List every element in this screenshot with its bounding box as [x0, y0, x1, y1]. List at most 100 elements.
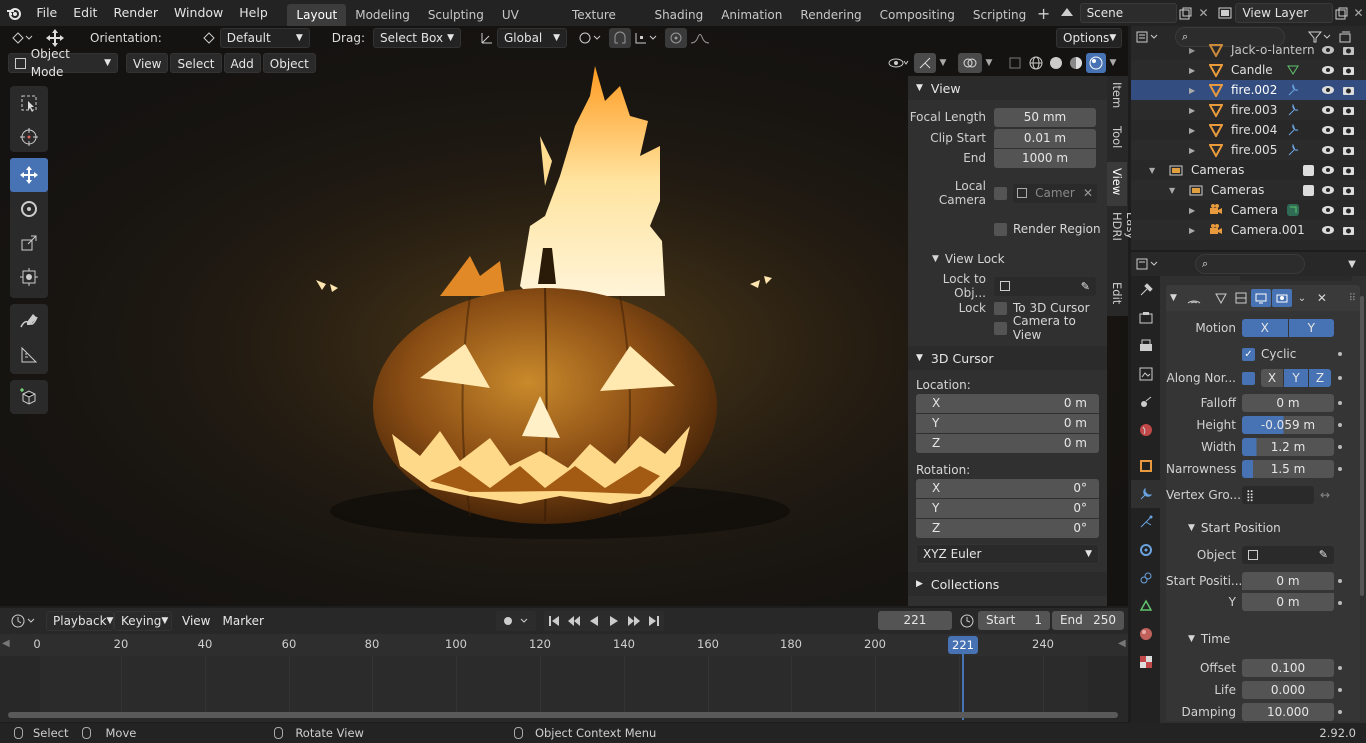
focal-length-field[interactable]: 50 mm [994, 107, 1096, 127]
mode-dropdown[interactable]: Object Mode ▼ [8, 47, 118, 79]
start-frame-field[interactable]: Start 1 [977, 611, 1050, 630]
playback-menu[interactable]: Playback ▼ [46, 610, 114, 631]
tab-sculpting[interactable]: Sculpting [419, 4, 493, 26]
keyframe-dot-icon[interactable] [1338, 601, 1342, 605]
render-camera-icon[interactable] [1341, 45, 1355, 56]
camera-to-view-checkbox[interactable] [994, 321, 1007, 335]
delete-scene-icon[interactable]: ✕ [1195, 6, 1212, 20]
new-scene-icon[interactable] [1177, 7, 1195, 20]
offset-field[interactable]: 0.100 [1242, 659, 1334, 677]
render-camera-icon[interactable] [1341, 85, 1355, 96]
outliner-row[interactable]: ▶ fire.004 [1131, 120, 1366, 140]
keyframe-dot-icon[interactable] [1338, 688, 1342, 692]
disclosure-arrow-icon[interactable]: ▶ [1189, 226, 1203, 235]
eye-icon[interactable] [1321, 65, 1335, 75]
menu-object[interactable]: Object [262, 53, 316, 73]
wireframe-shading-icon[interactable] [1026, 56, 1046, 70]
motion-y-toggle[interactable]: Y [1288, 319, 1334, 337]
cursor-location-z[interactable]: Z 0 m [916, 434, 1099, 453]
disclosure-arrow-icon[interactable]: ▶ [1189, 146, 1203, 155]
normals-x-toggle[interactable]: X [1261, 369, 1283, 387]
new-view-layer-icon[interactable] [1333, 7, 1351, 20]
render-camera-icon[interactable] [1341, 185, 1355, 196]
along-normals-checkbox[interactable] [1242, 371, 1255, 385]
start-position-x-field[interactable]: 0 m [1242, 572, 1334, 590]
start-object-field[interactable]: ✎ [1242, 546, 1334, 564]
tab-scripting[interactable]: Scripting [964, 4, 1035, 26]
time-header[interactable]: ▼ Time [1166, 627, 1360, 651]
edit-mode-icon[interactable] [1211, 292, 1231, 304]
tab-texture[interactable] [1131, 648, 1160, 676]
tab-uv-editing[interactable]: UV Editing [493, 4, 563, 44]
select-box-tool[interactable] [10, 86, 48, 120]
lock-to-3d-cursor-checkbox[interactable] [994, 301, 1007, 315]
tab-material[interactable] [1131, 620, 1160, 648]
keying-menu[interactable]: Keying ▼ [114, 610, 172, 631]
wrench-icon[interactable] [1285, 84, 1301, 96]
eyedropper-icon[interactable]: ✎ [1081, 277, 1090, 296]
collections-panel-header[interactable]: ▶ Collections [908, 572, 1107, 596]
current-frame-field[interactable]: 221 [877, 611, 952, 630]
viewport-display-icon[interactable] [1250, 289, 1271, 307]
annotate-tool[interactable] [10, 304, 48, 338]
solid-shading-icon[interactable] [1046, 56, 1066, 70]
tab-layout[interactable]: Layout [287, 4, 347, 26]
falloff-curve-icon[interactable] [687, 31, 713, 45]
end-frame-field[interactable]: End 250 [1051, 611, 1124, 630]
tab-tool-settings[interactable] [1131, 276, 1160, 304]
render-camera-icon[interactable] [1341, 225, 1355, 236]
disclosure-arrow-icon[interactable]: ▶ [1189, 126, 1203, 135]
life-field[interactable]: 0.000 [1242, 681, 1334, 699]
eyedropper-icon[interactable]: ✎ [1319, 546, 1328, 564]
tab-edit[interactable]: Edit [1107, 276, 1127, 316]
outliner-row[interactable]: ▼ Cameras [1131, 160, 1366, 180]
outliner-row[interactable]: ▼ Cameras [1131, 180, 1366, 200]
on-cage-icon[interactable] [1231, 292, 1251, 304]
jump-keyframe-forward-icon[interactable] [624, 615, 644, 627]
height-field[interactable]: -0.059 m [1242, 416, 1334, 434]
menu-window[interactable]: Window [166, 0, 231, 26]
timeline-scrollbar[interactable] [8, 712, 1118, 718]
pivot-point-icon[interactable] [575, 31, 605, 45]
remove-modifier-icon[interactable]: ✕ [1312, 291, 1332, 305]
keyframe-dot-icon[interactable] [1338, 445, 1342, 449]
clip-start-field[interactable]: 0.01 m [994, 128, 1096, 148]
snap-icon[interactable] [608, 28, 631, 48]
tab-compositing[interactable]: Compositing [871, 4, 964, 26]
menu-view[interactable]: View [126, 53, 169, 73]
disclosure-arrow-icon[interactable]: ▶ [1189, 66, 1203, 75]
render-camera-icon[interactable] [1341, 65, 1355, 76]
keyframe-dot-icon[interactable] [1338, 376, 1342, 380]
cursor-location-y[interactable]: Y 0 m [916, 414, 1099, 433]
eye-icon[interactable] [1321, 185, 1335, 195]
render-camera-icon[interactable] [1341, 105, 1355, 116]
tab-view-layer[interactable] [1131, 360, 1160, 388]
outliner-row[interactable]: ▶ Candle [1131, 60, 1366, 80]
normals-z-toggle[interactable]: Z [1309, 369, 1331, 387]
menu-file[interactable]: File [28, 0, 65, 26]
options-dropdown[interactable]: Options ▼ [1056, 28, 1122, 48]
normals-y-toggle[interactable]: Y [1284, 369, 1308, 387]
disclosure-arrow-icon[interactable]: ▶ [1189, 46, 1203, 55]
width-field[interactable]: 1.2 m [1242, 438, 1334, 456]
render-camera-icon[interactable] [1341, 125, 1355, 136]
view-lock-header[interactable]: ▼ View Lock [908, 248, 1107, 270]
menu-select[interactable]: Select [170, 53, 222, 73]
render-camera-icon[interactable] [1341, 165, 1355, 176]
tab-world[interactable] [1131, 416, 1160, 444]
eye-icon[interactable] [1321, 165, 1335, 175]
clip-end-field[interactable]: 1000 m [994, 148, 1096, 168]
playhead-frame-label[interactable]: 221 [948, 636, 978, 654]
eye-icon[interactable] [1321, 125, 1335, 135]
eye-icon[interactable] [1321, 225, 1335, 235]
vertex-group-field[interactable]: ⣿ [1242, 486, 1314, 504]
overlays-icon[interactable] [958, 53, 982, 73]
wrench-icon[interactable] [1285, 124, 1301, 136]
jump-end-icon[interactable] [644, 615, 664, 627]
cursor-rotation-z[interactable]: Z 0° [916, 519, 1099, 538]
eye-icon[interactable] [1321, 205, 1335, 215]
properties-search-input[interactable]: ⌕ [1195, 254, 1305, 274]
damping-field[interactable]: 10.000 [1242, 703, 1334, 721]
tab-tool[interactable]: Tool [1107, 120, 1127, 162]
add-cube-tool[interactable] [10, 380, 48, 414]
